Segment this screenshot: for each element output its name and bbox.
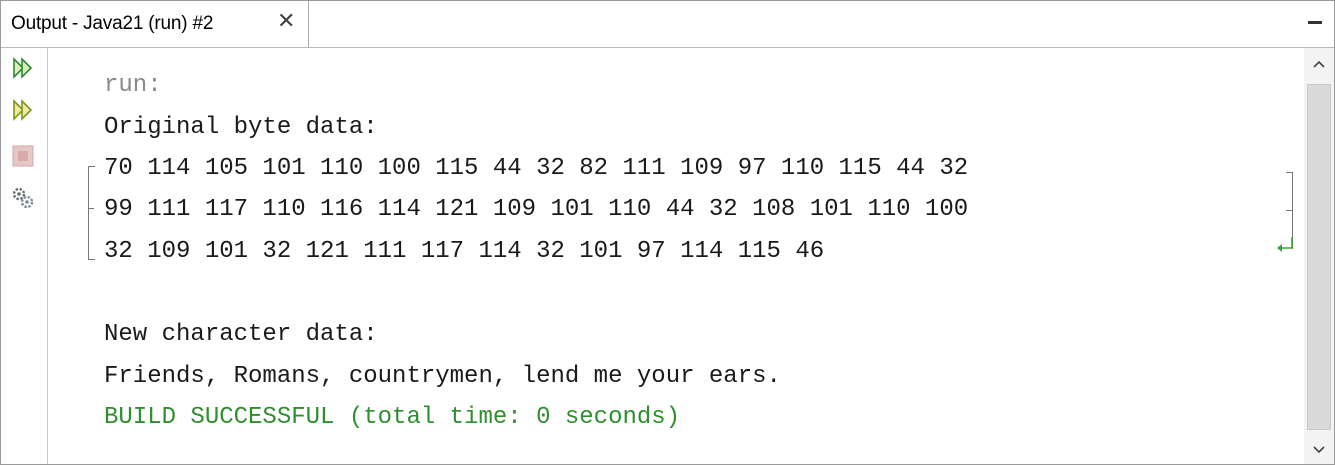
output-line: Friends, Romans, countrymen, lend me you…: [104, 363, 781, 390]
tab-title: Output - Java21 (run) #2: [11, 13, 214, 34]
output-line: 70 114 105 101 110 100 115 44 32 82 111 …: [104, 155, 969, 182]
rerun-icon[interactable]: [11, 56, 35, 80]
wrap-bracket-left: [88, 166, 95, 260]
output-line: 32 109 101 32 121 111 117 114 32 101 97 …: [104, 238, 825, 265]
scroll-down-icon[interactable]: [1312, 442, 1326, 460]
output-line: 99 111 117 110 116 114 121 109 101 110 4…: [104, 196, 969, 223]
build-status-line: BUILD SUCCESSFUL (total time: 0 seconds): [104, 404, 681, 431]
output-line: Original byte data:: [104, 114, 378, 141]
output-line: New character data:: [104, 321, 378, 348]
scroll-up-icon[interactable]: [1312, 56, 1326, 74]
output-window: Output - Java21 (run) #2 ✕ run: Original…: [0, 0, 1335, 465]
line-wrap-arrow-icon: [1276, 236, 1294, 259]
vertical-scrollbar[interactable]: [1304, 48, 1334, 464]
output-text-area[interactable]: run: Original byte data: 70 114 105 101 …: [47, 48, 1304, 464]
rerun-with-options-icon[interactable]: [11, 98, 35, 122]
tab-output-run[interactable]: Output - Java21 (run) #2 ✕: [1, 1, 309, 47]
close-icon[interactable]: ✕: [277, 10, 295, 34]
scroll-thumb[interactable]: [1307, 84, 1331, 430]
wrap-bracket-left-mid: [88, 208, 94, 209]
minimize-icon[interactable]: [1308, 21, 1322, 24]
settings-icon[interactable]: [11, 186, 35, 210]
output-line-run: run:: [104, 72, 162, 99]
tab-bar: Output - Java21 (run) #2 ✕: [1, 1, 1334, 48]
wrap-bracket-right-mid: [1286, 210, 1292, 211]
output-toolbar: [1, 48, 47, 464]
stop-icon[interactable]: [11, 144, 35, 168]
